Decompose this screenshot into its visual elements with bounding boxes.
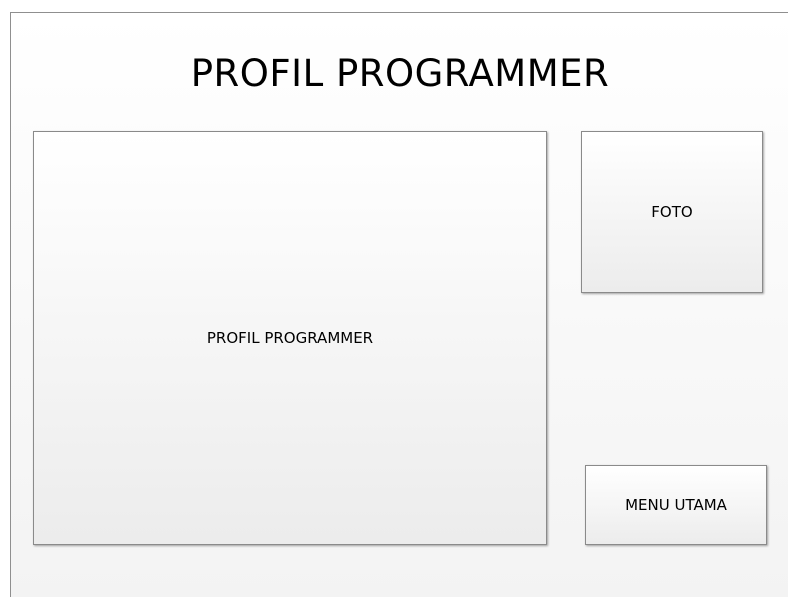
- profile-panel: PROFIL PROGRAMMER: [33, 131, 547, 545]
- page-title: PROFIL PROGRAMMER: [190, 52, 610, 95]
- profile-panel-label: PROFIL PROGRAMMER: [206, 329, 374, 347]
- photo-panel: FOTO: [581, 131, 763, 293]
- main-menu-button[interactable]: MENU UTAMA: [585, 465, 767, 545]
- photo-panel-label: FOTO: [651, 203, 693, 221]
- window-frame: PROFIL PROGRAMMER PROFIL PROGRAMMER FOTO…: [10, 12, 788, 597]
- main-menu-button-label: MENU UTAMA: [625, 496, 727, 514]
